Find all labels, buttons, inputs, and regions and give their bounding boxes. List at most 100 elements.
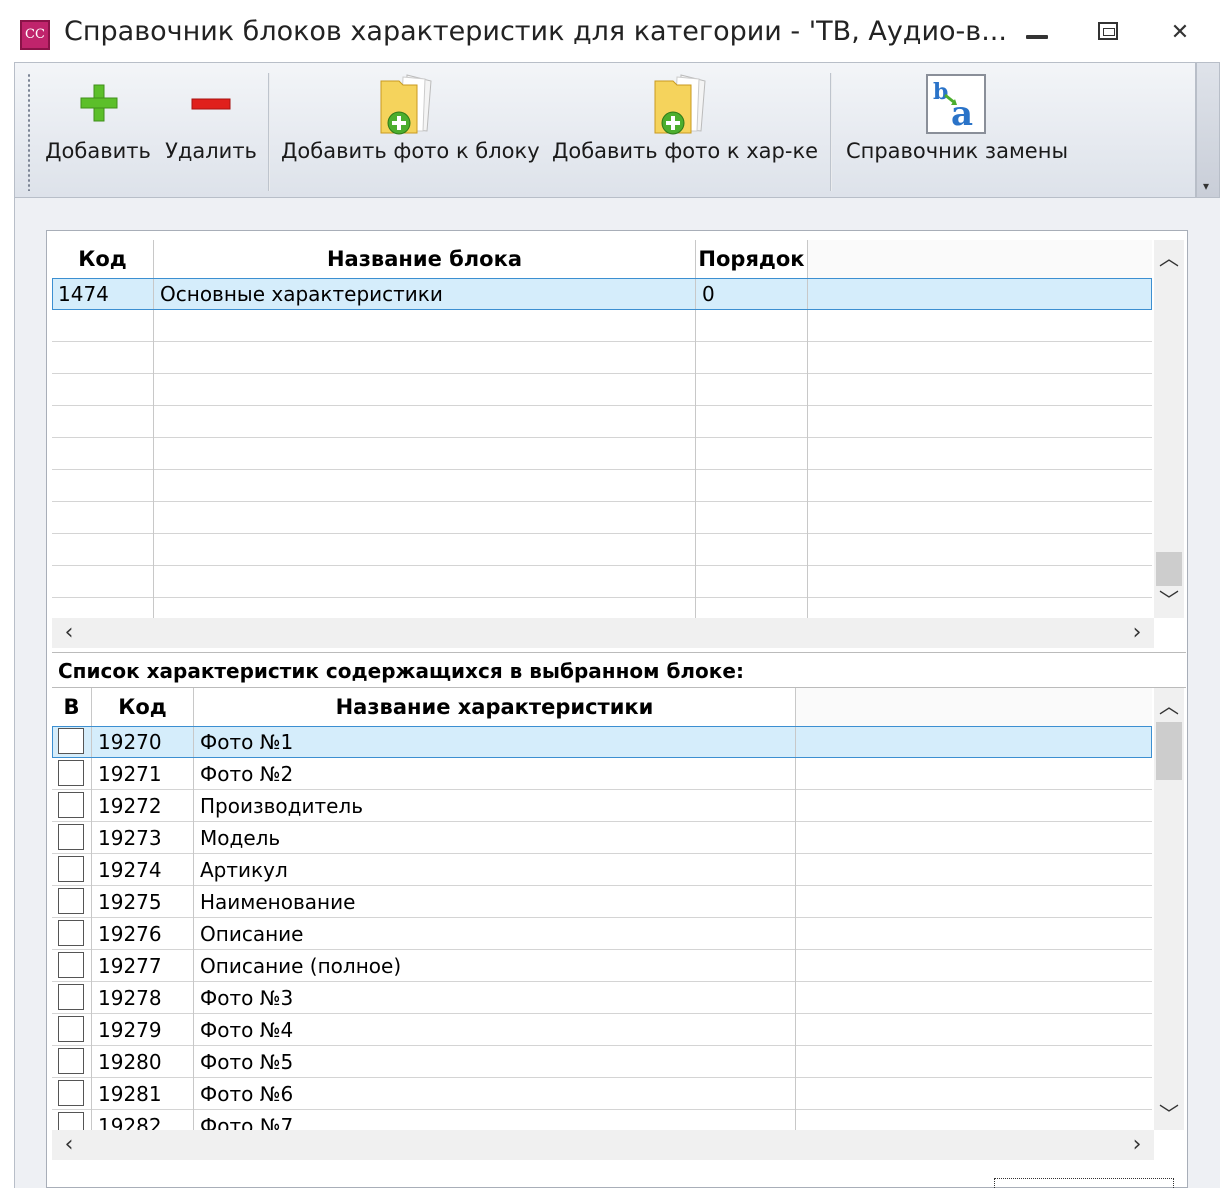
cell-code[interactable] (52, 374, 154, 406)
minimize-button[interactable] (1016, 18, 1056, 48)
table-row[interactable]: 19272 Производитель (52, 790, 1152, 822)
table-row[interactable]: 19271 Фото №2 (52, 758, 1152, 790)
empty-row[interactable] (52, 502, 1152, 534)
cell-code[interactable] (52, 342, 154, 374)
cell-code[interactable]: 19281 (92, 1078, 194, 1110)
cell-order[interactable] (696, 534, 808, 566)
add-photo-char-button[interactable]: Добавить фото к хар-ке (551, 63, 819, 193)
cell-checkbox[interactable] (52, 1014, 92, 1046)
focused-button-outline[interactable] (994, 1178, 1174, 1188)
empty-row[interactable] (52, 310, 1152, 342)
cell-order[interactable] (696, 502, 808, 534)
cell-block-name[interactable] (154, 502, 696, 534)
cell-code[interactable]: 19280 (92, 1046, 194, 1078)
cell-characteristic-name[interactable]: Фото №5 (194, 1046, 796, 1078)
column-header-block-name[interactable]: Название блока (154, 240, 696, 278)
row-checkbox[interactable] (58, 760, 84, 786)
row-checkbox[interactable] (58, 1016, 84, 1042)
cell-checkbox[interactable] (52, 950, 92, 982)
cell-code[interactable]: 19282 (92, 1110, 194, 1130)
toolbar-overflow-strip[interactable]: ▾ (1196, 62, 1220, 198)
table-row[interactable]: 19278 Фото №3 (52, 982, 1152, 1014)
cell-code[interactable] (52, 566, 154, 598)
add-button[interactable]: Добавить (41, 63, 155, 193)
cell-checkbox[interactable] (52, 758, 92, 790)
row-checkbox[interactable] (58, 792, 84, 818)
cell-block-name[interactable] (154, 374, 696, 406)
cell-checkbox[interactable] (52, 886, 92, 918)
cell-code[interactable]: 19275 (92, 886, 194, 918)
row-checkbox[interactable] (58, 1112, 84, 1130)
table-row[interactable]: 1474 Основные характеристики 0 (52, 278, 1152, 310)
row-checkbox[interactable] (58, 888, 84, 914)
cell-block-name[interactable] (154, 406, 696, 438)
cell-code[interactable]: 19270 (92, 726, 194, 758)
cell-order[interactable] (696, 342, 808, 374)
cell-code[interactable] (52, 502, 154, 534)
close-button[interactable]: ✕ (1160, 18, 1200, 48)
replace-reference-button[interactable]: b a Справочник замены (841, 63, 1073, 193)
cell-code[interactable]: 19271 (92, 758, 194, 790)
cell-characteristic-name[interactable]: Наименование (194, 886, 796, 918)
row-checkbox[interactable] (58, 984, 84, 1010)
blocks-grid-vertical-scrollbar[interactable]: ︿ ﹀ (1154, 240, 1184, 618)
cell-characteristic-name[interactable]: Фото №6 (194, 1078, 796, 1110)
table-row[interactable]: 19274 Артикул (52, 854, 1152, 886)
empty-row[interactable] (52, 566, 1152, 598)
cell-code[interactable]: 19279 (92, 1014, 194, 1046)
cell-characteristic-name[interactable]: Производитель (194, 790, 796, 822)
cell-code[interactable] (52, 438, 154, 470)
table-row[interactable]: 19280 Фото №5 (52, 1046, 1152, 1078)
cell-code[interactable]: 19273 (92, 822, 194, 854)
delete-button[interactable]: Удалить (163, 63, 259, 193)
cell-characteristic-name[interactable]: Описание (194, 918, 796, 950)
cell-checkbox[interactable] (52, 1078, 92, 1110)
table-row[interactable]: 19270 Фото №1 (52, 726, 1152, 758)
cell-block-name[interactable]: Основные характеристики (154, 278, 696, 310)
table-row[interactable]: 19275 Наименование (52, 886, 1152, 918)
table-row[interactable]: 19273 Модель (52, 822, 1152, 854)
table-row[interactable]: 19277 Описание (полное) (52, 950, 1152, 982)
blocks-grid-horizontal-scrollbar[interactable]: ‹ › (52, 618, 1154, 648)
characteristics-grid-horizontal-scrollbar[interactable]: ‹ › (52, 1130, 1154, 1160)
empty-row[interactable] (52, 342, 1152, 374)
cell-order[interactable] (696, 310, 808, 342)
cell-code[interactable] (52, 598, 154, 618)
scrollbar-thumb[interactable] (1156, 552, 1182, 586)
scroll-up-icon[interactable]: ︿ (1154, 692, 1184, 720)
cell-order[interactable] (696, 406, 808, 438)
cell-characteristic-name[interactable]: Модель (194, 822, 796, 854)
cell-block-name[interactable] (154, 342, 696, 374)
row-checkbox[interactable] (58, 920, 84, 946)
cell-block-name[interactable] (154, 470, 696, 502)
cell-block-name[interactable] (154, 598, 696, 618)
empty-row[interactable] (52, 374, 1152, 406)
scrollbar-thumb[interactable] (1156, 722, 1182, 780)
cell-order[interactable]: 0 (696, 278, 808, 310)
cell-block-name[interactable] (154, 310, 696, 342)
scroll-left-icon[interactable]: ‹ (54, 618, 84, 648)
cell-code[interactable] (52, 406, 154, 438)
cell-characteristic-name[interactable]: Фото №7 (194, 1110, 796, 1130)
cell-order[interactable] (696, 470, 808, 502)
cell-code[interactable]: 19277 (92, 950, 194, 982)
row-checkbox[interactable] (58, 1048, 84, 1074)
empty-row[interactable] (52, 438, 1152, 470)
cell-order[interactable] (696, 438, 808, 470)
cell-block-name[interactable] (154, 438, 696, 470)
empty-row[interactable] (52, 406, 1152, 438)
cell-characteristic-name[interactable]: Фото №2 (194, 758, 796, 790)
empty-row[interactable] (52, 470, 1152, 502)
cell-characteristic-name[interactable]: Артикул (194, 854, 796, 886)
column-header-checkbox[interactable]: В (52, 688, 92, 726)
cell-checkbox[interactable] (52, 726, 92, 758)
empty-row[interactable] (52, 598, 1152, 618)
cell-characteristic-name[interactable]: Фото №4 (194, 1014, 796, 1046)
column-header-code[interactable]: Код (52, 240, 154, 278)
cell-order[interactable] (696, 566, 808, 598)
cell-checkbox[interactable] (52, 854, 92, 886)
characteristics-grid[interactable]: В Код Название характеристики 19270 Фото … (52, 688, 1152, 1130)
cell-checkbox[interactable] (52, 790, 92, 822)
cell-code[interactable]: 19278 (92, 982, 194, 1014)
scroll-up-icon[interactable]: ︿ (1154, 244, 1184, 272)
